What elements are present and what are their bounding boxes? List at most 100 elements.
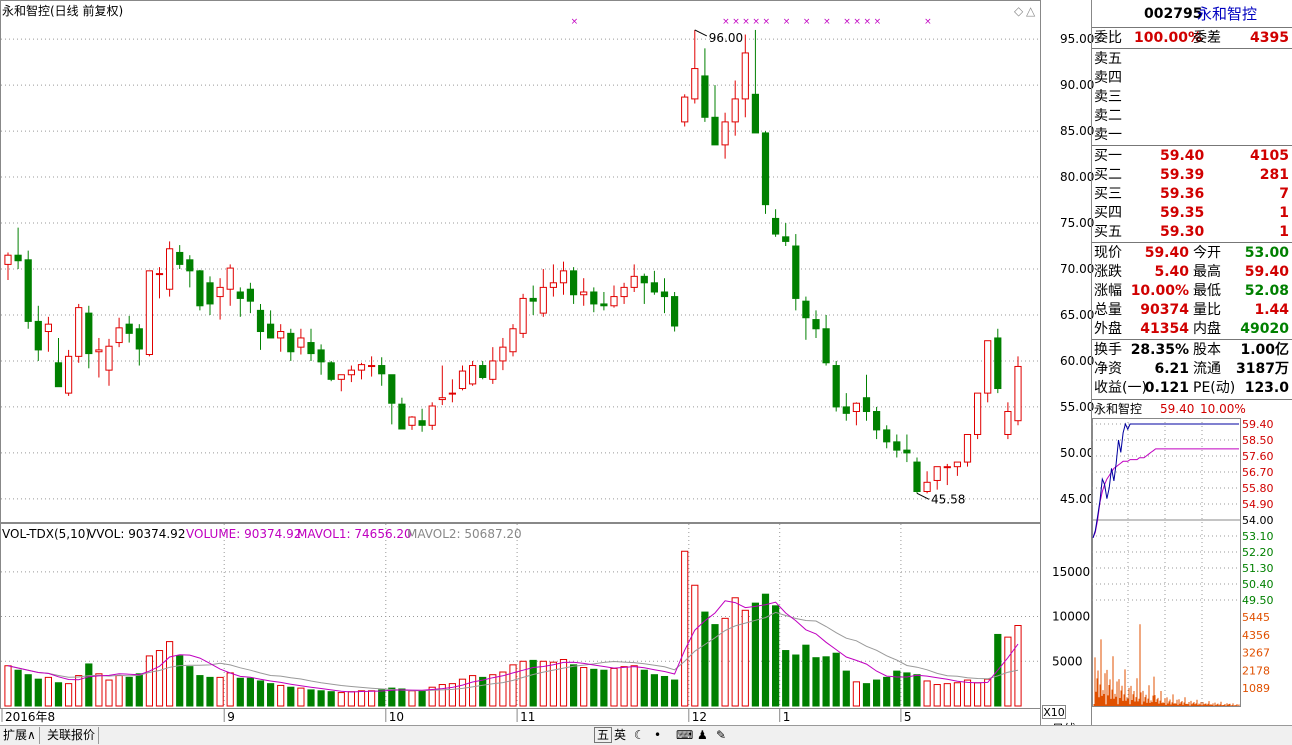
candle-body[interactable] (227, 268, 233, 289)
volume-bar[interactable] (227, 673, 233, 706)
candle-body[interactable] (661, 292, 667, 297)
candle-body[interactable] (217, 287, 223, 296)
volume-bar[interactable] (631, 666, 637, 706)
volume-bar[interactable] (954, 683, 960, 706)
candle-body[interactable] (369, 366, 375, 367)
wrench-icon[interactable]: ✎ (716, 727, 726, 743)
candle-body[interactable] (611, 297, 617, 306)
candle-body[interactable] (459, 371, 465, 388)
volume-bar[interactable] (884, 677, 890, 706)
candle-body[interactable] (470, 366, 476, 384)
candle-body[interactable] (934, 467, 940, 481)
candle-body[interactable] (45, 324, 51, 331)
candle-body[interactable] (924, 482, 930, 491)
candle-body[interactable] (692, 69, 698, 99)
volume-bar[interactable] (278, 685, 284, 706)
volume-bar[interactable] (106, 680, 112, 706)
volume-bar[interactable] (853, 682, 859, 706)
candle-body[interactable] (813, 320, 819, 329)
volume-bar[interactable] (167, 642, 173, 706)
candle-body[interactable] (560, 271, 566, 283)
volume-bar[interactable] (66, 684, 72, 706)
triangle-icon[interactable]: △ (1026, 2, 1035, 20)
volume-bar[interactable] (5, 666, 11, 706)
candle-body[interactable] (490, 361, 496, 379)
volume-bar[interactable] (934, 685, 940, 706)
volume-bar[interactable] (439, 685, 445, 706)
candle-body[interactable] (631, 276, 637, 287)
candle-body[interactable] (762, 133, 768, 205)
candle-body[interactable] (76, 308, 82, 357)
volume-bar[interactable] (55, 683, 61, 706)
candle-body[interactable] (207, 283, 213, 304)
volume-bar[interactable] (146, 656, 152, 706)
candle-body[interactable] (5, 255, 11, 264)
volume-bar[interactable] (793, 655, 799, 706)
candle-body[interactable] (116, 328, 122, 343)
candle-body[interactable] (55, 363, 61, 387)
candle-body[interactable] (429, 406, 435, 425)
candle-body[interactable] (237, 292, 243, 298)
keyboard-icon[interactable]: ⌨ (676, 727, 693, 743)
candle-body[interactable] (308, 343, 314, 354)
volume-bar[interactable] (692, 585, 698, 706)
volume-bar[interactable] (470, 676, 476, 706)
candle-body[interactable] (742, 53, 748, 99)
candle-body[interactable] (409, 417, 415, 425)
volume-bar[interactable] (187, 667, 193, 706)
volume-bar[interactable] (783, 651, 789, 706)
volume-bar[interactable] (560, 659, 566, 706)
volume-bar[interactable] (964, 680, 970, 706)
volume-bar[interactable] (571, 665, 577, 706)
candle-body[interactable] (944, 467, 950, 468)
candle-body[interactable] (96, 350, 102, 352)
candle-body[interactable] (833, 366, 839, 407)
candle-body[interactable] (257, 310, 263, 331)
candle-body[interactable] (449, 393, 455, 394)
volume-bar[interactable] (116, 676, 122, 706)
candle-body[interactable] (520, 298, 526, 333)
moon-icon[interactable]: ☾ (634, 727, 645, 743)
candle-body[interactable] (540, 287, 546, 313)
volume-bar[interactable] (348, 692, 354, 706)
candle-body[interactable] (197, 271, 203, 306)
candle-body[interactable] (894, 442, 900, 450)
candle-body[interactable] (25, 260, 31, 322)
candle-body[interactable] (995, 338, 1001, 389)
candle-body[interactable] (86, 313, 92, 353)
volume-bar[interactable] (308, 690, 314, 706)
volume-bar[interactable] (207, 677, 213, 706)
volume-bar[interactable] (672, 680, 678, 706)
volume-bar[interactable] (25, 675, 31, 706)
volume-bar[interactable] (904, 673, 910, 706)
volume-bar[interactable] (247, 678, 253, 706)
candle-body[interactable] (863, 398, 869, 412)
candle-body[interactable] (591, 292, 597, 304)
candle-body[interactable] (15, 255, 21, 261)
scale-mark[interactable]: X10 (1042, 705, 1066, 719)
user-icon[interactable]: ♟ (697, 727, 708, 743)
volume-bar[interactable] (773, 606, 779, 706)
candle-body[interactable] (914, 462, 920, 491)
volume-bar[interactable] (813, 658, 819, 706)
candle-body[interactable] (601, 304, 607, 306)
volume-bar[interactable] (975, 683, 981, 706)
candle-body[interactable] (581, 292, 587, 295)
volume-bar[interactable] (742, 610, 748, 706)
volume-bar[interactable] (379, 690, 385, 706)
candle-body[interactable] (682, 97, 688, 122)
volume-bar[interactable] (924, 681, 930, 706)
volume-bar[interactable] (268, 684, 274, 706)
volume-bar[interactable] (328, 692, 334, 706)
candle-body[interactable] (954, 462, 960, 467)
volume-bar[interactable] (702, 612, 708, 706)
volume-bar[interactable] (197, 676, 203, 706)
volume-bar[interactable] (621, 667, 627, 706)
volume-bar[interactable] (126, 677, 132, 706)
candle-body[interactable] (1015, 366, 1021, 420)
volume-bar[interactable] (45, 677, 51, 706)
candle-body[interactable] (793, 246, 799, 298)
volume-bar[interactable] (15, 670, 21, 706)
volume-bar[interactable] (177, 656, 183, 706)
volume-bar[interactable] (318, 691, 324, 706)
